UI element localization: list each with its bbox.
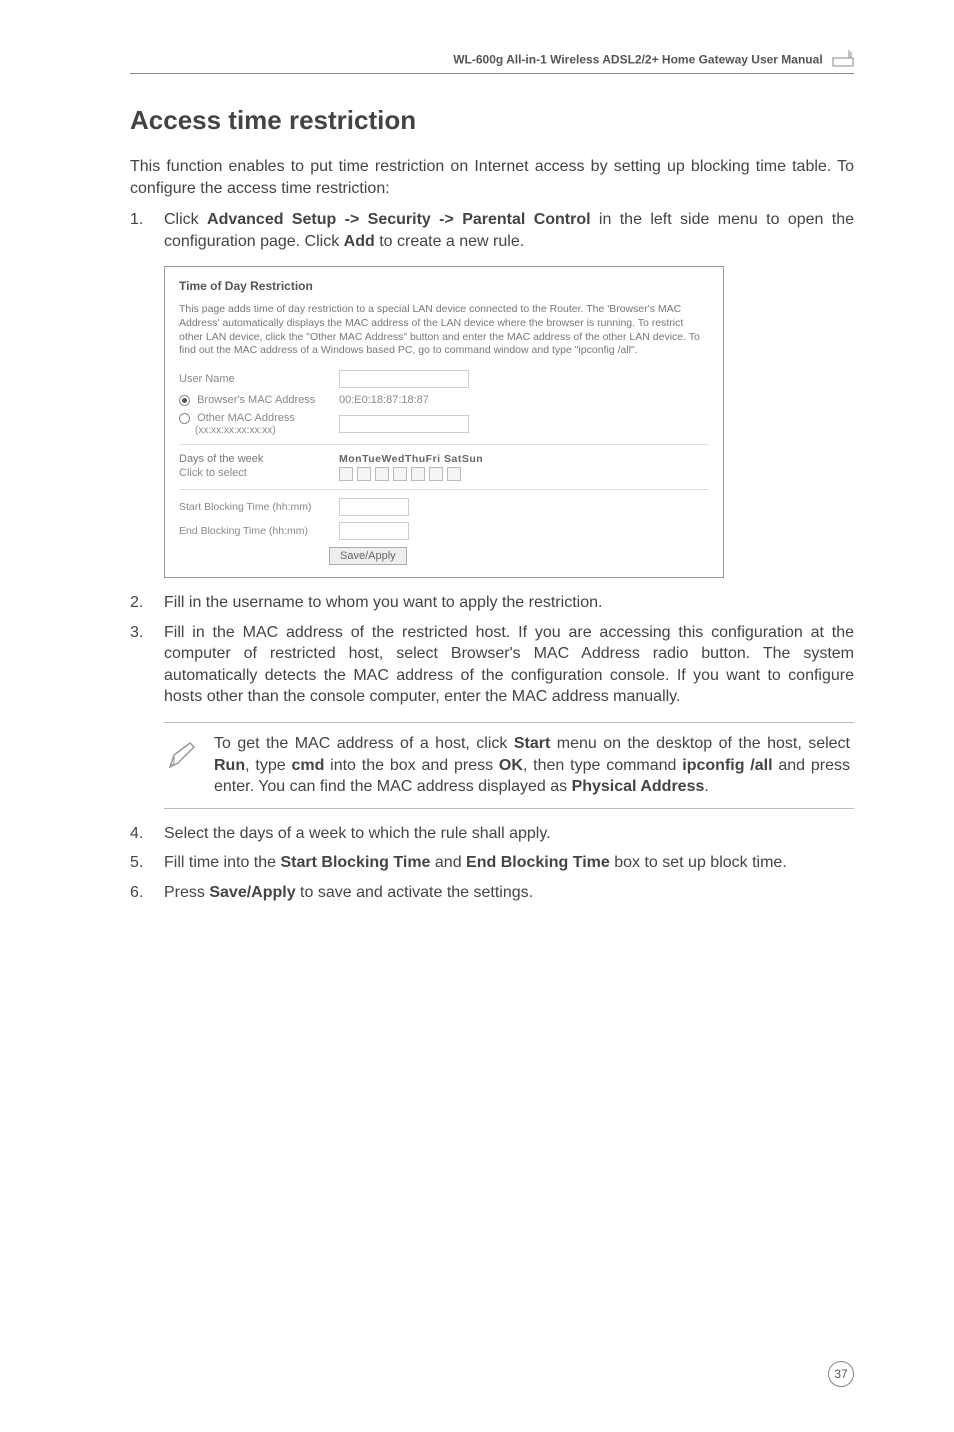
config-panel-screenshot: Time of Day Restriction This page adds t… [164,266,724,578]
start-blocking-input[interactable] [339,498,409,516]
other-mac-radio[interactable]: Other MAC Address (xx:xx:xx:xx:xx:xx) [179,412,339,436]
panel-title: Time of Day Restriction [179,279,709,293]
note-text: To get the MAC address of a host, click … [214,733,850,798]
start-blocking-label: Start Blocking Time (hh:mm) [179,501,339,514]
days-of-week-label: Days of the week [179,453,339,465]
click-to-select-label: Click to select [179,467,339,481]
day-checkbox-thu[interactable] [393,467,407,481]
username-label: User Name [179,373,339,385]
day-checkbox-sat[interactable] [429,467,443,481]
step-number: 6. [130,882,164,904]
browsers-mac-radio[interactable]: Browser's MAC Address [179,394,339,406]
day-checkbox-sun[interactable] [447,467,461,481]
step-3: Fill in the MAC address of the restricte… [164,622,854,708]
day-checkbox-tue[interactable] [357,467,371,481]
day-checkbox-mon[interactable] [339,467,353,481]
step-4: Select the days of a week to which the r… [164,823,854,845]
days-header: MonTueWedThuFri SatSun [339,453,483,465]
day-checkbox-wed[interactable] [375,467,389,481]
panel-description: This page adds time of day restriction t… [179,303,709,358]
day-checkbox-fri[interactable] [411,467,425,481]
step-5: Fill time into the Start Blocking Time a… [164,852,854,874]
radio-icon [179,413,190,424]
step-1: Click Advanced Setup -> Security -> Pare… [164,209,854,252]
radio-icon [179,395,190,406]
step-6: Press Save/Apply to save and activate th… [164,882,854,904]
pencil-icon [164,733,200,798]
note-callout: To get the MAC address of a host, click … [164,722,854,809]
header-title: WL-600g All-in-1 Wireless ADSL2/2+ Home … [453,53,822,67]
end-blocking-label: End Blocking Time (hh:mm) [179,525,339,537]
router-icon [832,50,854,71]
step-number: 5. [130,852,164,874]
username-input[interactable] [339,370,469,388]
step-number: 3. [130,622,164,708]
page-number: 37 [828,1361,854,1387]
save-apply-button[interactable]: Save/Apply [329,547,407,565]
section-title: Access time restriction [130,105,854,136]
browsers-mac-value: 00:E0:18:87:18:87 [339,394,429,406]
end-blocking-input[interactable] [339,522,409,540]
step-number: 1. [130,209,164,252]
step-number: 2. [130,592,164,614]
step-2: Fill in the username to whom you want to… [164,592,854,614]
other-mac-input[interactable] [339,415,469,433]
step-number: 4. [130,823,164,845]
section-intro: This function enables to put time restri… [130,156,854,199]
